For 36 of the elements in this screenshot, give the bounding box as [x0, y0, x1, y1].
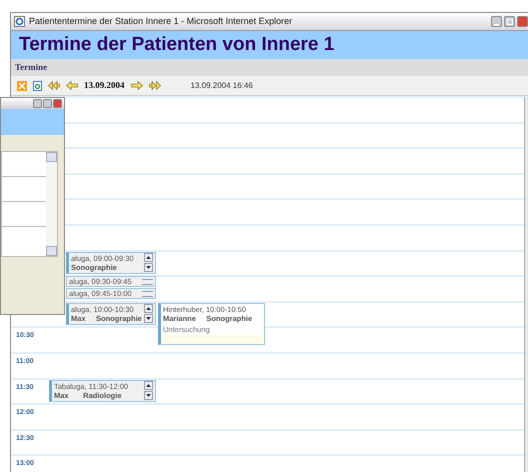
current-date: 13.09.2004: [84, 78, 124, 92]
maximize-button[interactable]: [504, 16, 515, 27]
up-caret-icon: [146, 384, 151, 388]
double-left-arrow-icon[interactable]: [48, 81, 60, 90]
scroll-up-button[interactable]: [144, 253, 153, 262]
maximize-icon: [506, 18, 512, 24]
double-right-arrow-icon[interactable]: [148, 81, 160, 90]
close-icon[interactable]: [17, 80, 27, 90]
window-title: Patiententermine der Station Innere 1 - Microsoft Internet Explorer: [29, 14, 292, 28]
scroll-down-button[interactable]: [144, 391, 153, 400]
right-arrow-icon[interactable]: [130, 81, 142, 90]
minimize-icon: [494, 24, 499, 26]
scroll-down-button[interactable]: [144, 314, 153, 324]
minimize-button[interactable]: [491, 16, 502, 27]
browser-icon: [14, 16, 25, 27]
down-caret-icon: [146, 317, 151, 320]
close-button[interactable]: [53, 99, 62, 108]
down-caret-icon: [146, 394, 151, 398]
timestamp: 13.09.2004 16:46: [190, 80, 253, 92]
maximize-button[interactable]: [43, 99, 52, 108]
popup-header: [1, 109, 64, 135]
up-caret-icon: [146, 256, 151, 260]
scroll-down-button[interactable]: [144, 263, 153, 272]
page-title: Termine der Patienten von Innere 1: [19, 32, 334, 57]
left-arrow-icon[interactable]: [66, 81, 78, 90]
down-caret-icon: [146, 266, 151, 270]
minimize-button[interactable]: [33, 99, 42, 108]
refresh-icon[interactable]: [33, 80, 42, 90]
drag-handle-icon[interactable]: [142, 278, 153, 285]
scroll-up-button[interactable]: [144, 381, 153, 390]
scroll-up-button[interactable]: [144, 304, 153, 314]
section-title: Termine: [15, 60, 48, 74]
drag-handle-icon[interactable]: [142, 290, 153, 297]
close-button[interactable]: [517, 16, 528, 27]
up-caret-icon: [146, 307, 151, 310]
list-box[interactable]: [1, 151, 58, 257]
